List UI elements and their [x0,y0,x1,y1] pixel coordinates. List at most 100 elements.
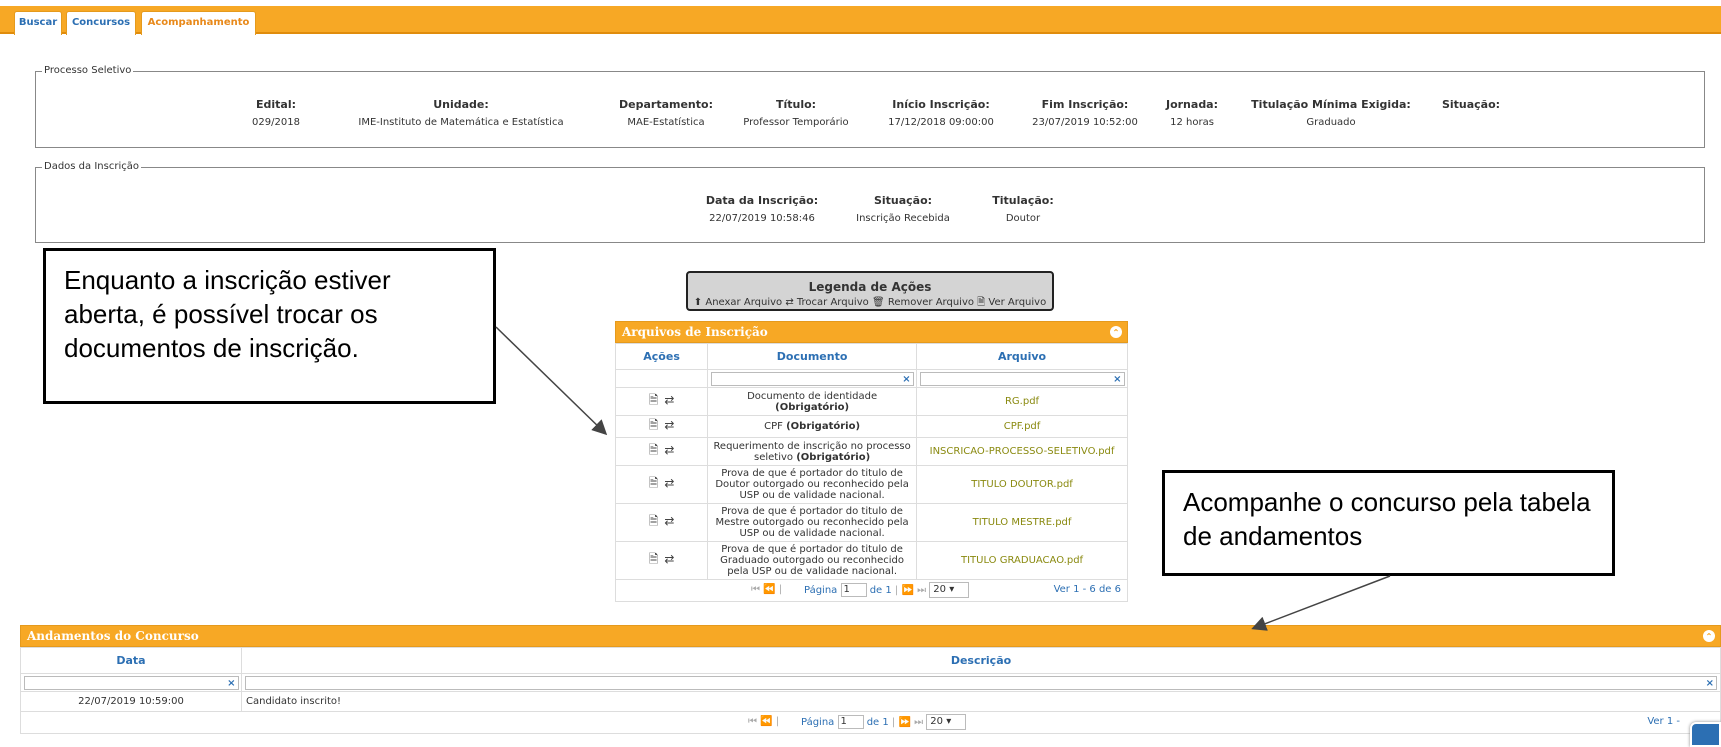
file-link[interactable]: RG.pdf [1005,396,1039,407]
row-actions: 🗎 ⇄ [614,503,709,542]
edital-label: Edital: [255,98,296,111]
andamento-descricao: Candidato inscrito! [241,691,1721,712]
view-file-icon[interactable]: 🗎 [649,441,659,462]
view-file-icon[interactable]: 🗎 [649,391,659,412]
file-link[interactable]: INSCRICAO-PROCESSO-SELETIVO.pdf [930,446,1115,457]
dados-inscricao-fieldset: Dados da Inscrição Data da Inscrição: 22… [35,161,1705,243]
swap-file-icon[interactable]: ⇄ [664,443,674,457]
dados-inscricao-legend: Dados da Inscrição [42,161,141,172]
tab-buscar[interactable]: Buscar [14,11,62,35]
departamento-value: MAE-Estatística [627,117,705,128]
pager-page-input[interactable]: 1 [837,715,864,729]
pager-nav-first-prev[interactable]: ⏮ ⏪ | [751,584,782,595]
filter-acoes-cell [614,369,709,388]
tab-concursos[interactable]: Concursos [66,11,136,35]
arquivos-panel-title: Arquivos de Inscrição [622,325,768,339]
col-descricao[interactable]: Descrição [241,647,1721,674]
processo-seletivo-fieldset: Processo Seletivo Edital: 029/2018 Unida… [35,65,1705,148]
swap-file-icon[interactable]: ⇄ [664,418,674,432]
filter-descricao-input[interactable]: × [245,675,1717,691]
table-row: 22/07/2019 10:59:00 Candidato inscrito! [20,691,1721,712]
swap-file-icon[interactable]: ⇄ [664,476,674,490]
legenda-anexar: Anexar Arquivo [705,297,783,308]
table-row: 🗎 ⇄ Documento de identidade (Obrigatório) … [614,387,1128,416]
file-icon: 🗎 [977,297,986,308]
swap-file-icon[interactable]: ⇄ [664,552,674,566]
processo-seletivo-legend: Processo Seletivo [42,65,134,76]
legenda-acoes-box: Legenda de Ações ⬆ Anexar Arquivo ⇄ Troc… [686,271,1054,311]
andamentos-panel-title: Andamentos do Concurso [27,629,199,643]
clear-icon[interactable]: × [227,677,235,691]
view-file-icon[interactable]: 🗎 [649,416,659,437]
pager-page-label: Página [804,585,838,596]
file-link[interactable]: TITULO MESTRE.pdf [973,517,1072,528]
doc-name: Prova de que é portador do titulo de Dou… [715,468,909,501]
collapse-icon[interactable]: ⌃ [1703,630,1715,642]
col-acoes[interactable]: Ações [614,343,709,370]
pager-size-value: 20 [933,584,947,595]
table-row: 🗎 ⇄ Prova de que é portador do titulo de … [614,465,1128,504]
upload-icon: ⬆ [693,297,703,308]
pager-of-label: de 1 [866,717,889,728]
doc-cell: Prova de que é portador do titulo de Mes… [707,503,918,542]
file-cell: TITULO GRADUACAO.pdf [916,541,1128,580]
swap-file-icon[interactable]: ⇄ [664,393,674,407]
pager-size-select[interactable]: 20 ▾ [929,582,970,598]
filter-data-input[interactable]: × [23,675,239,691]
clear-icon[interactable]: × [902,373,910,387]
doc-cell: Prova de que é portador do titulo de Dou… [707,465,918,504]
doc-name: Documento de identidade [747,390,878,402]
andamentos-pager: ⏮ ⏪ | Página 1 de 1 | ⏩ ⏭ 20 ▾ Ver 1 - [20,711,1721,734]
tab-acompanhamento[interactable]: Acompanhamento [141,11,256,35]
row-actions: 🗎 ⇄ [614,465,709,504]
file-link[interactable]: TITULO DOUTOR.pdf [971,479,1073,490]
pager-nav-next-last[interactable]: | ⏩ ⏭ [895,585,926,596]
filter-arquivo-input[interactable]: × [919,371,1125,387]
andamentos-panel: Andamentos do Concurso ⌃ Data Descrição … [20,625,1721,734]
pager-of-label: de 1 [869,585,892,596]
row-actions: 🗎 ⇄ [614,387,709,416]
titulo-value: Professor Temporário [743,117,849,128]
collapse-icon[interactable]: ⌃ [1110,326,1122,338]
view-file-icon[interactable]: 🗎 [649,512,659,533]
pager-page-input[interactable]: 1 [840,583,867,597]
view-file-icon[interactable]: 🗎 [649,474,659,495]
trash-icon: 🗑 [871,297,885,308]
file-cell: TITULO DOUTOR.pdf [916,465,1128,504]
filter-documento-input[interactable]: × [710,371,914,387]
file-link[interactable]: CPF.pdf [1004,421,1041,432]
arquivos-pager: ⏮ ⏪ | Página 1 de 1 | ⏩ ⏭ 20 ▾ Ver 1 - 6… [615,579,1128,602]
filter-descricao-cell: × [241,673,1721,692]
filter-documento-cell: × [707,369,918,388]
doc-required: (Obrigatório) [796,451,871,463]
jornada-label: Jornada: [1165,98,1219,111]
table-row: 🗎 ⇄ Prova de que é portador do titulo de … [614,503,1128,542]
legenda-acoes-items: ⬆ Anexar Arquivo ⇄ Trocar Arquivo 🗑 Remo… [688,295,1052,312]
file-cell: RG.pdf [916,387,1128,416]
unidade-value: IME-Instituto de Matemática e Estatístic… [358,117,564,128]
swap-file-icon[interactable]: ⇄ [664,514,674,528]
titulacao-minima-label: Titulação Mínima Exigida: [1251,98,1411,111]
doc-name: Prova de que é portador do titulo de Gra… [720,544,905,577]
col-data[interactable]: Data [20,647,242,674]
col-documento[interactable]: Documento [707,343,918,370]
pager-size-value: 20 [930,716,944,727]
clear-icon[interactable]: × [1113,373,1121,387]
pager-nav-first-prev[interactable]: ⏮ ⏪ | [748,716,779,727]
file-link[interactable]: TITULO GRADUACAO.pdf [961,555,1083,566]
pager-size-select[interactable]: 20 ▾ [926,714,967,730]
edital-value: 029/2018 [252,117,300,128]
view-file-icon[interactable]: 🗎 [649,550,659,571]
callout-trocar-documentos: Enquanto a inscrição estiver aberta, é p… [43,248,496,404]
row-actions: 🗎 ⇄ [614,541,709,580]
pager-nav-next-last[interactable]: | ⏩ ⏭ [892,717,923,728]
swap-icon: ⇄ [785,297,794,308]
col-arquivo[interactable]: Arquivo [916,343,1128,370]
doc-cell: CPF (Obrigatório) [707,415,918,438]
recaptcha-widget-icon[interactable] [1690,722,1721,747]
titulacao-value: Doutor [1005,213,1041,224]
file-cell: CPF.pdf [916,415,1128,438]
row-actions: 🗎 ⇄ [614,437,709,466]
clear-icon[interactable]: × [1706,677,1714,691]
file-cell: TITULO MESTRE.pdf [916,503,1128,542]
